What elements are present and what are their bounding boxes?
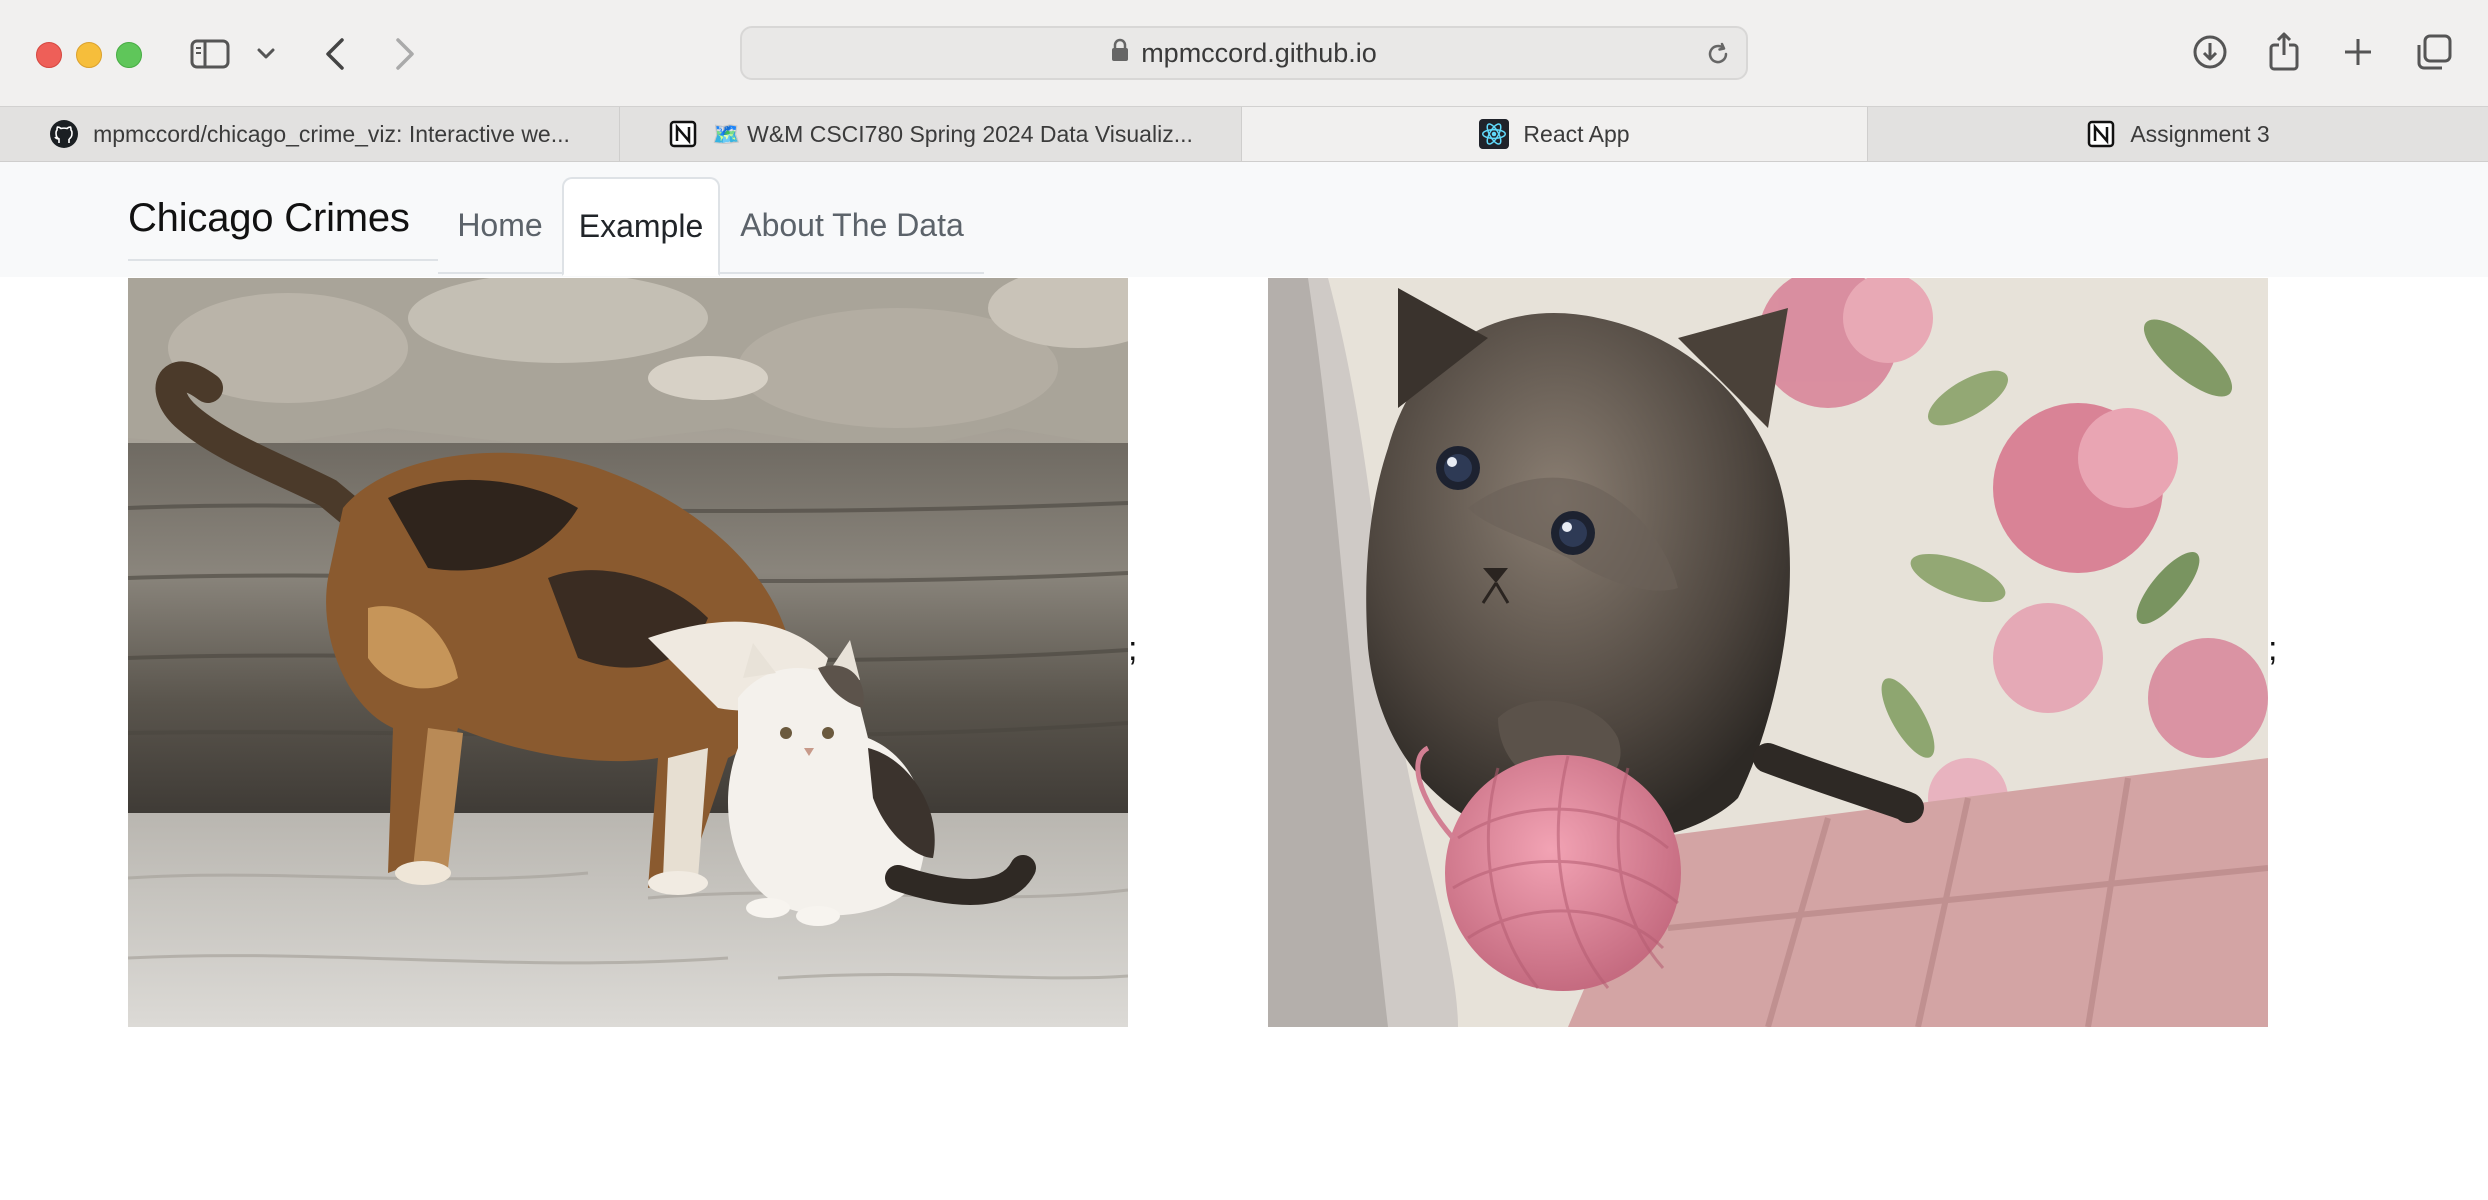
back-arrow-icon[interactable] bbox=[318, 34, 352, 74]
downloads-icon[interactable] bbox=[2190, 32, 2230, 72]
nav-link-about-the-data[interactable]: About The Data bbox=[720, 177, 984, 274]
window-minimize-button[interactable] bbox=[76, 42, 102, 68]
forward-arrow-icon[interactable] bbox=[388, 34, 422, 74]
window-close-button[interactable] bbox=[36, 42, 62, 68]
nav-link-home[interactable]: Home bbox=[438, 177, 562, 274]
tab-assignment[interactable]: Assignment 3 bbox=[1868, 107, 2488, 161]
kitten-with-yarn-ball-photo bbox=[1268, 278, 2268, 1027]
chevron-down-icon[interactable] bbox=[254, 42, 278, 66]
share-icon[interactable] bbox=[2266, 30, 2302, 72]
tab-github[interactable]: mpmccord/chicago_crime_viz: Interactive … bbox=[0, 107, 620, 161]
browser-toolbar: mpmccord.github.io bbox=[0, 0, 2488, 106]
calico-cat-with-kitten-photo bbox=[128, 278, 1128, 1027]
new-tab-plus-icon[interactable] bbox=[2340, 34, 2376, 70]
tab-notion-course[interactable]: 🗺️ W&M CSCI780 Spring 2024 Data Visualiz… bbox=[620, 107, 1242, 161]
stray-semicolon-text: ; bbox=[1128, 630, 1138, 668]
nav-tabs: Home Example About The Data bbox=[438, 177, 984, 276]
tab-strip: mpmccord/chicago_crime_viz: Interactive … bbox=[0, 106, 2488, 162]
brand-title[interactable]: Chicago Crimes bbox=[128, 196, 410, 241]
url-text: mpmccord.github.io bbox=[1141, 37, 1377, 68]
address-bar[interactable]: mpmccord.github.io bbox=[740, 26, 1748, 80]
sidebar-toggle-icon[interactable] bbox=[188, 36, 232, 72]
stray-semicolon-text: ; bbox=[2268, 630, 2278, 668]
react-icon bbox=[1479, 119, 1510, 149]
window-zoom-button[interactable] bbox=[116, 42, 142, 68]
notion-icon bbox=[2086, 119, 2116, 149]
tab-overview-icon[interactable] bbox=[2414, 32, 2454, 72]
navbar-divider bbox=[128, 259, 438, 261]
nav-link-example[interactable]: Example bbox=[562, 177, 720, 276]
github-icon bbox=[49, 119, 79, 149]
reload-icon[interactable] bbox=[1704, 40, 1732, 68]
notion-icon bbox=[668, 119, 698, 149]
tab-react-app[interactable]: React App bbox=[1242, 107, 1868, 161]
lock-icon bbox=[1111, 38, 1129, 69]
